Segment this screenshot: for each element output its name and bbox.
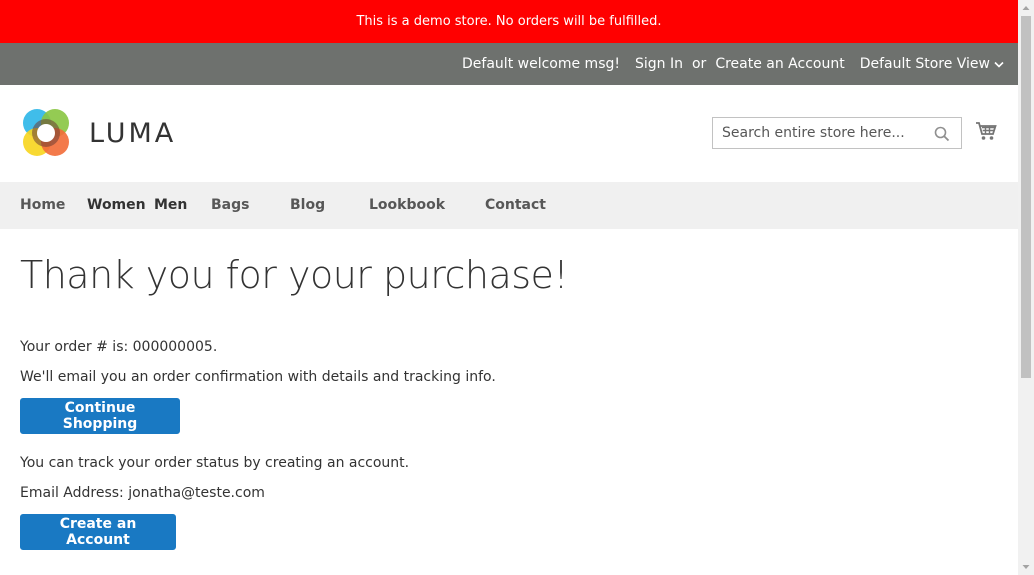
or-text: or	[691, 56, 707, 72]
order-number-text: Your order # is: 000000005.	[20, 339, 218, 355]
page: This is a demo store. No orders will be …	[0, 0, 1034, 575]
nav-item-blog[interactable]: Blog	[290, 182, 325, 229]
content-area: This is a demo store. No orders will be …	[0, 0, 1018, 575]
scroll-down-arrow-icon[interactable]	[1018, 559, 1034, 575]
welcome-message: Default welcome msg!	[462, 56, 620, 72]
luma-logo-icon	[23, 109, 69, 156]
search-icon[interactable]	[934, 126, 950, 142]
nav-item-home[interactable]: Home	[20, 182, 65, 229]
chevron-down-icon	[994, 61, 1004, 68]
nav-item-men[interactable]: Men	[154, 182, 187, 229]
create-account-link[interactable]: Create an Account	[715, 56, 844, 72]
search-input[interactable]	[722, 119, 927, 147]
email-address-text: Email Address: jonatha@teste.com	[20, 485, 265, 501]
page-title: Thank you for your purchase!	[20, 253, 569, 297]
main-header: LUMA	[0, 85, 1018, 182]
search-box	[712, 117, 962, 149]
header-links-bar: Default welcome msg! Sign In or Create a…	[0, 43, 1018, 85]
email-confirmation-text: We'll email you an order confirmation wi…	[20, 369, 496, 385]
nav-item-bags[interactable]: Bags	[211, 182, 249, 229]
store-view-switcher[interactable]: Default Store View	[860, 56, 1004, 72]
sign-in-link[interactable]: Sign In	[635, 56, 683, 72]
nav-item-contact[interactable]: Contact	[485, 182, 546, 229]
nav-item-lookbook[interactable]: Lookbook	[369, 182, 445, 229]
main-navigation: Home Women Men Bags Blog Lookbook Contac…	[0, 182, 1018, 229]
logo-link[interactable]: LUMA	[20, 107, 176, 159]
store-view-label: Default Store View	[859, 56, 990, 72]
nav-item-women[interactable]: Women	[87, 182, 146, 229]
cart-icon[interactable]	[975, 121, 997, 141]
create-account-button[interactable]: Create an Account	[20, 514, 176, 550]
scroll-up-arrow-icon[interactable]	[1018, 0, 1034, 16]
track-order-text: You can track your order status by creat…	[20, 455, 410, 471]
continue-shopping-button[interactable]: Continue Shopping	[20, 398, 180, 434]
demo-notice: This is a demo store. No orders will be …	[0, 0, 1018, 43]
scrollbar-thumb[interactable]	[1021, 16, 1031, 378]
logo-text: LUMA	[89, 117, 177, 149]
vertical-scrollbar[interactable]	[1018, 0, 1034, 575]
